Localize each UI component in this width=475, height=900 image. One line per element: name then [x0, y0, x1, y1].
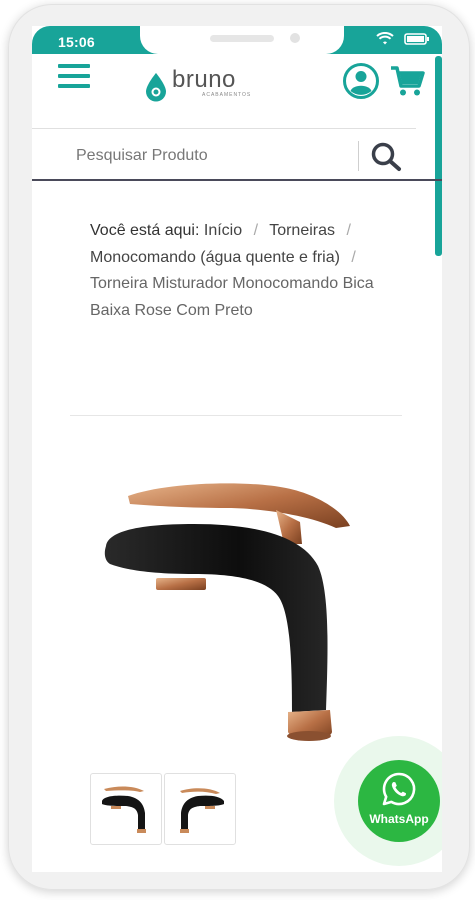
- brand-tagline: ACABAMENTOS: [202, 92, 252, 98]
- water-drop-icon: [146, 73, 166, 102]
- breadcrumb-separator: /: [346, 222, 351, 239]
- thumbnail-1[interactable]: [90, 773, 162, 845]
- speaker: [210, 35, 274, 42]
- breadcrumb-separator: /: [253, 222, 259, 239]
- brand-logo[interactable]: bruno ACABAMENTOS: [144, 68, 251, 102]
- breadcrumb-link-monocomando[interactable]: Monocomando (água quente e fria): [90, 249, 340, 266]
- breadcrumb-separator: /: [351, 248, 356, 266]
- whatsapp-icon: [382, 772, 416, 806]
- breadcrumb-link-torneiras[interactable]: Torneiras: [269, 222, 335, 239]
- faucet-thumbnail-side: [180, 788, 224, 833]
- front-camera: [290, 33, 300, 43]
- status-time: 15:06: [58, 34, 95, 50]
- search-divider: [358, 141, 359, 171]
- thumbnail-2[interactable]: [164, 773, 236, 845]
- faucet-thumbnail-front: [102, 786, 146, 833]
- product-image[interactable]: [96, 474, 376, 754]
- site-header: bruno ACABAMENTOS: [32, 54, 435, 128]
- wifi-icon: [376, 32, 394, 45]
- breadcrumb: Você está aqui: Início / Torneiras / Mon…: [90, 218, 390, 324]
- breadcrumb-link-home[interactable]: Início: [204, 222, 242, 239]
- breadcrumb-label: Você está aqui:: [90, 222, 200, 239]
- search-icon[interactable]: [370, 141, 404, 173]
- thumbnail-gallery: [90, 773, 236, 845]
- menu-icon[interactable]: [58, 64, 90, 90]
- device-frame: 15:06 bruno ACABAMENTOS Pesquisar Produt…: [8, 4, 470, 890]
- brand-name: bruno: [172, 66, 236, 93]
- battery-icon: [404, 33, 429, 45]
- breadcrumb-current-product: Torneira Misturador Monocomando Bica Bai…: [90, 275, 374, 319]
- user-icon[interactable]: [342, 62, 380, 100]
- search-input[interactable]: [76, 143, 336, 169]
- whatsapp-label: WhatsApp: [369, 812, 429, 826]
- status-icons: [376, 32, 430, 46]
- content-divider: [70, 415, 402, 416]
- camera-notch: [140, 26, 344, 54]
- screen: 15:06 bruno ACABAMENTOS Pesquisar Produt…: [32, 26, 442, 872]
- search-bar: [32, 131, 442, 181]
- cart-icon[interactable]: [390, 64, 426, 98]
- header-divider: [32, 128, 416, 129]
- status-bar: 15:06: [32, 26, 442, 54]
- whatsapp-button[interactable]: WhatsApp: [358, 760, 440, 842]
